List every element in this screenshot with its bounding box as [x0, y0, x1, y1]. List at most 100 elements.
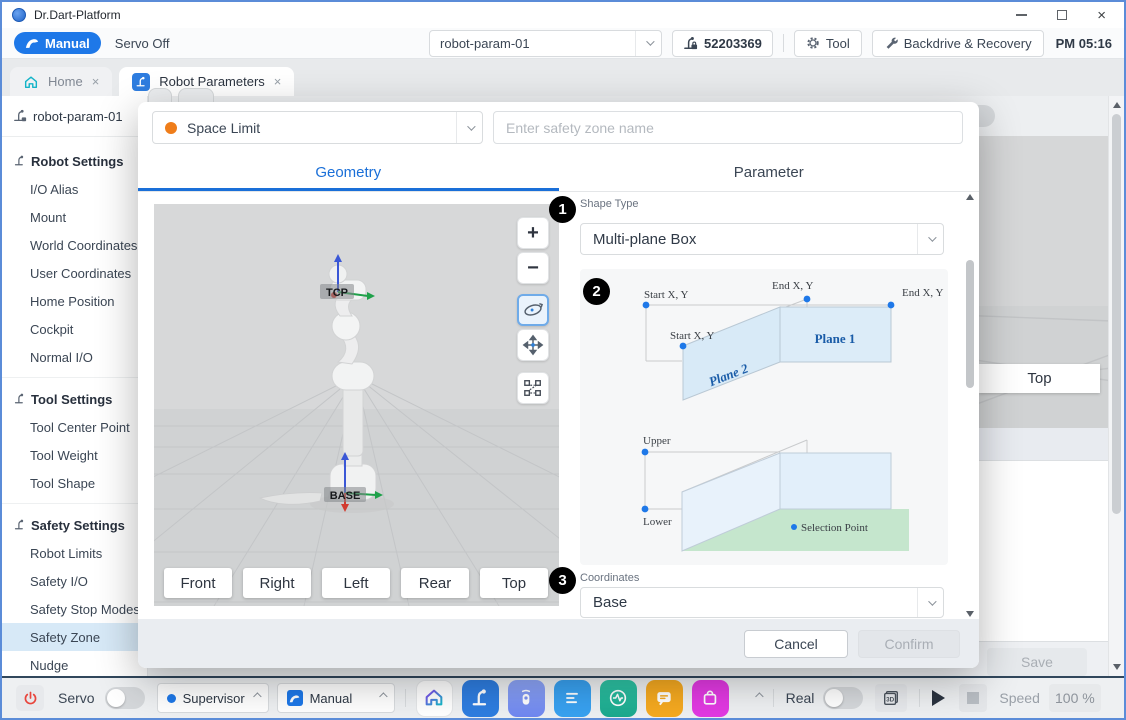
zone-type-value: Space Limit	[187, 120, 456, 136]
scroll-up-icon[interactable]	[966, 194, 974, 200]
base-label: BASE	[330, 490, 361, 502]
zone-type-color-dot	[165, 122, 177, 134]
dock-remote-pendant-icon[interactable]	[508, 680, 545, 717]
pan-icon	[522, 334, 544, 356]
sidebar-item-normal-io[interactable]: Normal I/O	[2, 343, 147, 371]
power-button[interactable]	[16, 685, 44, 711]
zone-3d-viewport[interactable]: TCP BASE + −	[154, 204, 559, 606]
simulation-3d-button[interactable]: 3D	[875, 684, 907, 712]
stop-button[interactable]	[959, 684, 987, 712]
sidebar: robot-param-01 Robot Settings I/O Alias …	[2, 96, 148, 676]
pan-button[interactable]	[517, 329, 549, 361]
servo-toggle[interactable]	[105, 687, 145, 709]
confirm-button[interactable]: Confirm	[858, 630, 960, 658]
servo-status: Servo Off	[115, 36, 170, 51]
manual-swoosh-icon	[25, 37, 39, 49]
scroll-down-icon[interactable]	[966, 611, 974, 617]
sidebar-item-robot-limits[interactable]: Robot Limits	[2, 539, 147, 567]
dock-monitoring-icon[interactable]	[600, 680, 637, 717]
shape-type-select[interactable]: Multi-plane Box	[580, 223, 944, 255]
tab-home[interactable]: Home ×	[10, 67, 112, 96]
sidebar-item-safety-io[interactable]: Safety I/O	[2, 567, 147, 595]
height-diagram: Upper Lower Selection Point	[580, 424, 948, 564]
view-right-button[interactable]: Right	[243, 568, 311, 598]
shape-type-value: Multi-plane Box	[581, 231, 917, 248]
dock-store-icon[interactable]	[692, 680, 729, 717]
section-title: Safety Settings	[31, 518, 125, 533]
orbit-button[interactable]	[517, 294, 549, 326]
save-button[interactable]: Save	[987, 648, 1087, 676]
coordinates-select[interactable]: Base	[580, 587, 944, 618]
scroll-up-icon[interactable]	[1113, 102, 1121, 108]
real-label: Real	[786, 690, 815, 706]
tab-parameter[interactable]: Parameter	[559, 153, 980, 191]
dock-expand-icon[interactable]	[755, 692, 763, 700]
cancel-button[interactable]: Cancel	[744, 630, 848, 658]
role-select[interactable]: Supervisor	[157, 683, 269, 713]
plane1-label: Plane 1	[815, 331, 856, 346]
sidebar-item-safety-stop-modes[interactable]: Safety Stop Modes	[2, 595, 147, 623]
zone-name-input[interactable]	[493, 111, 963, 144]
sidebar-item-world-coordinates[interactable]: World Coordinates	[2, 231, 147, 259]
dialog-body: TCP BASE + −	[138, 192, 979, 619]
dock-tasks-icon[interactable]	[554, 680, 591, 717]
view-top-button[interactable]: Top	[480, 568, 548, 598]
robot-serial[interactable]: 52203369	[672, 30, 773, 57]
start2-label: Start X, Y	[670, 330, 715, 342]
view-rear-button[interactable]: Rear	[401, 568, 469, 598]
planes-diagram: Plane 1 Plane 2 Start X, Y End X, Y End …	[580, 269, 948, 419]
sidebar-item-user-coordinates[interactable]: User Coordinates	[2, 259, 147, 287]
window-title: Dr.Dart-Platform	[34, 8, 121, 22]
sidebar-item-mount[interactable]: Mount	[2, 203, 147, 231]
bg-view-top-button[interactable]: Top	[979, 364, 1100, 393]
zoom-in-button[interactable]: +	[517, 217, 549, 249]
window-scrollbar-thumb[interactable]	[1112, 114, 1121, 514]
step-1-badge: 1	[549, 196, 576, 223]
sidebar-item-tool-center-point[interactable]: Tool Center Point	[2, 413, 147, 441]
sidebar-item-home-position[interactable]: Home Position	[2, 287, 147, 315]
measure-button[interactable]	[517, 372, 549, 404]
tab-geometry[interactable]: Geometry	[138, 153, 559, 191]
sidebar-item-io-alias[interactable]: I/O Alias	[2, 175, 147, 203]
end-right-label: End X, Y	[902, 287, 944, 299]
dock-messages-icon[interactable]	[646, 680, 683, 717]
backdrive-recovery-button[interactable]: Backdrive & Recovery	[872, 30, 1044, 57]
maximize-icon[interactable]	[1057, 10, 1067, 20]
real-toggle[interactable]	[823, 687, 863, 709]
zoom-out-button[interactable]: −	[517, 252, 549, 284]
scroll-down-icon[interactable]	[1113, 664, 1121, 670]
zone-type-select[interactable]: Space Limit	[152, 111, 483, 144]
home-icon	[23, 74, 39, 90]
sidebar-item-cockpit[interactable]: Cockpit	[2, 315, 147, 343]
robot-param-select[interactable]: robot-param-01	[429, 30, 662, 57]
sidebar-item-nudge[interactable]: Nudge	[2, 651, 147, 676]
start1-label: Start X, Y	[644, 289, 689, 301]
play-button[interactable]	[932, 690, 945, 706]
close-icon[interactable]: ×	[1097, 8, 1106, 23]
chevron-down-icon	[467, 122, 475, 130]
dialog-scrollbar-thumb[interactable]	[966, 260, 974, 388]
mode-select[interactable]: Manual	[277, 683, 395, 713]
dialog-scrollbar[interactable]	[964, 194, 976, 617]
robot-lock-icon	[683, 36, 698, 51]
view-left-button[interactable]: Left	[322, 568, 390, 598]
tool-button[interactable]: Tool	[794, 30, 862, 57]
dock-home-icon[interactable]	[416, 680, 453, 717]
tab-home-close-icon[interactable]: ×	[92, 74, 100, 89]
sidebar-item-tool-weight[interactable]: Tool Weight	[2, 441, 147, 469]
sidebar-item-safety-zone[interactable]: Safety Zone	[2, 623, 147, 651]
tab-robot-parameters-close-icon[interactable]: ×	[274, 74, 282, 89]
minimize-icon[interactable]	[1016, 14, 1027, 16]
dock-robot-settings-icon[interactable]	[462, 680, 499, 717]
window-scrollbar[interactable]	[1108, 96, 1124, 676]
lower-label: Lower	[643, 516, 672, 528]
safety-zone-dialog: Space Limit Geometry Parameter	[138, 102, 979, 668]
power-icon	[23, 691, 38, 706]
divider	[919, 689, 920, 707]
sidebar-item-tool-shape[interactable]: Tool Shape	[2, 469, 147, 497]
manual-mode-button[interactable]: Manual	[14, 32, 101, 54]
chevron-up-icon	[253, 692, 261, 700]
robot-serial-value: 52203369	[704, 36, 762, 51]
app-logo-icon	[12, 8, 26, 22]
view-front-button[interactable]: Front	[164, 568, 232, 598]
